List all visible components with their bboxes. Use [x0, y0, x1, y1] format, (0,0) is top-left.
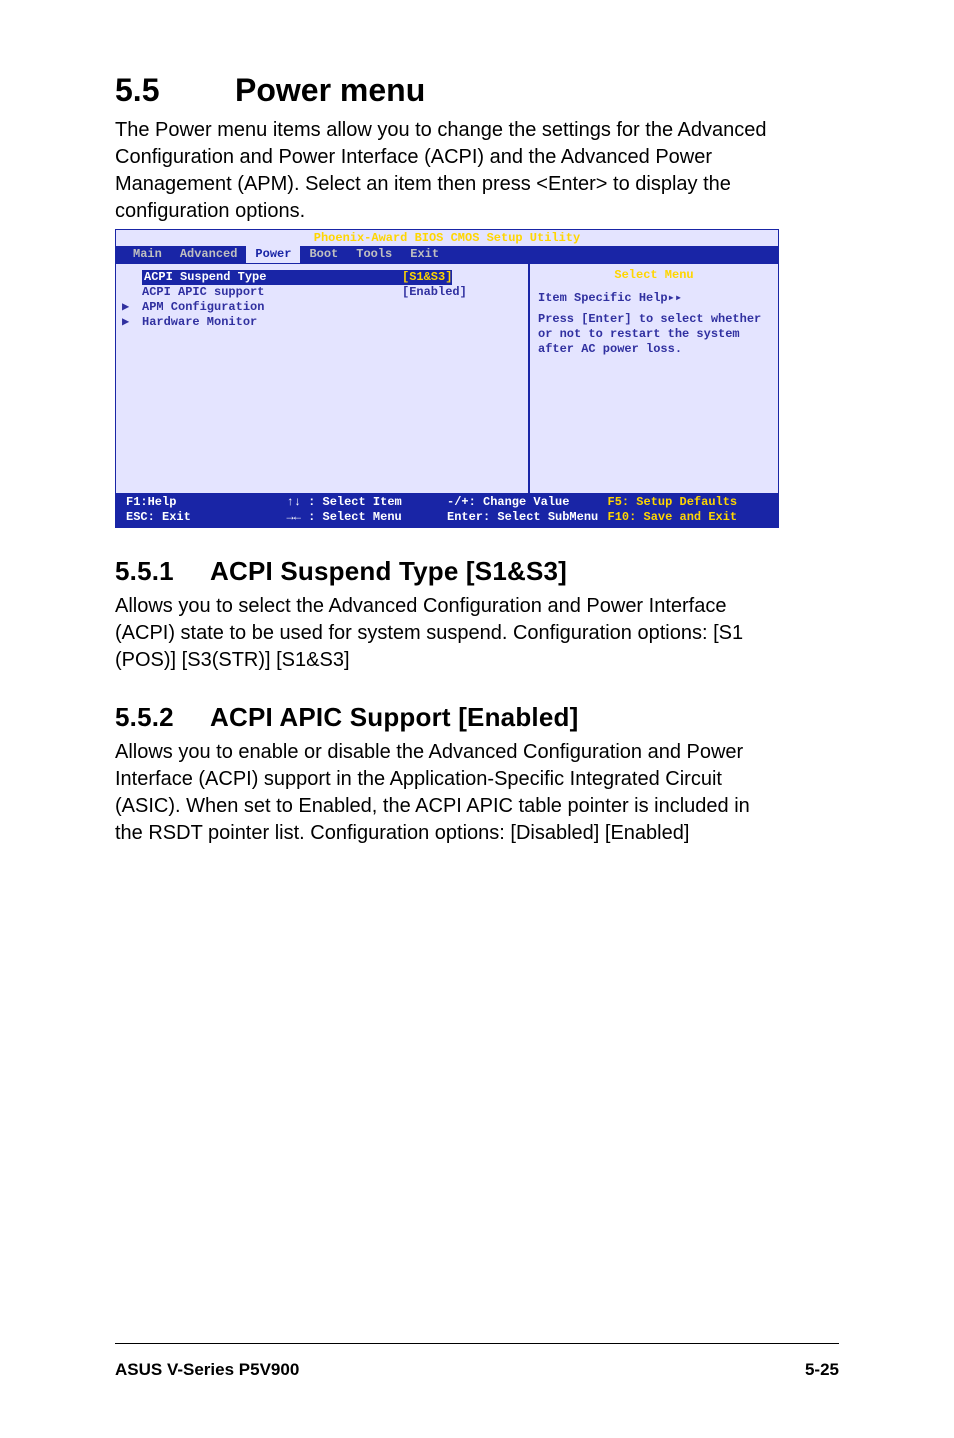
bios-right-pane: Select Menu Item Specific Help▸▸ Press […	[528, 264, 778, 493]
section-number: 5.5	[115, 72, 235, 109]
subsection-number: 5.5.1	[115, 556, 210, 587]
footer-product: ASUS V-Series P5V900	[115, 1360, 299, 1380]
subsection-name: ACPI Suspend Type [S1&S3]	[210, 556, 567, 586]
bios-help-body: Item Specific Help▸▸ Press [Enter] to se…	[538, 291, 770, 357]
bios-footer-col4: F5: Setup Defaults F10: Save and Exit	[608, 495, 769, 525]
subsection-number: 5.5.2	[115, 702, 210, 733]
bios-tab-exit: Exit	[401, 246, 448, 263]
bios-select-item: ↑↓ : Select Item	[287, 495, 448, 510]
submenu-arrow-icon: ▶	[122, 315, 142, 330]
bios-arrow	[122, 285, 142, 300]
bios-tab-advanced: Advanced	[171, 246, 247, 263]
bios-footer-col3: -/+: Change Value Enter: Select SubMenu	[447, 495, 608, 525]
bios-footer: F1:Help ESC: Exit ↑↓ : Select Item →← : …	[116, 493, 778, 527]
bios-item-acpi-suspend: ACPI Suspend Type [S1&S3]	[122, 270, 528, 285]
bios-f1-help: F1:Help	[126, 495, 287, 510]
bios-item-value: [S1&S3]	[402, 270, 452, 285]
bios-help-text: Press [Enter] to select whether or not t…	[538, 312, 770, 357]
page-footer: ASUS V-Series P5V900 5-25	[115, 1343, 839, 1380]
bios-select-menu: →← : Select Menu	[287, 510, 448, 525]
bios-save-exit: F10: Save and Exit	[608, 510, 769, 525]
bios-esc-exit: ESC: Exit	[126, 510, 287, 525]
submenu-arrow-icon: ▶	[122, 300, 142, 315]
bios-arrow	[122, 270, 142, 285]
subsection-552-title: 5.5.2ACPI APIC Support [Enabled]	[115, 702, 779, 733]
bios-title: Phoenix-Award BIOS CMOS Setup Utility	[116, 230, 778, 246]
bios-tab-boot: Boot	[300, 246, 347, 263]
bios-footer-col2: ↑↓ : Select Item →← : Select Menu	[287, 495, 448, 525]
bios-change-value: -/+: Change Value	[447, 495, 608, 510]
section-name: Power menu	[235, 72, 425, 108]
bios-item-acpi-apic: ACPI APIC support [Enabled]	[122, 285, 528, 300]
bios-tab-main: Main	[124, 246, 171, 263]
bios-item-apm: ▶ APM Configuration	[122, 300, 528, 315]
subsection-name: ACPI APIC Support [Enabled]	[210, 702, 578, 732]
bios-tab-power: Power	[246, 246, 300, 263]
bios-body: ACPI Suspend Type [S1&S3] ACPI APIC supp…	[116, 263, 778, 493]
footer-page-number: 5-25	[805, 1360, 839, 1380]
bios-select-submenu: Enter: Select SubMenu	[447, 510, 608, 525]
bios-footer-col1: F1:Help ESC: Exit	[126, 495, 287, 525]
subsection-551-desc: Allows you to select the Advanced Config…	[115, 593, 779, 674]
bios-item-label: ACPI APIC support	[142, 285, 402, 300]
bios-item-label: Hardware Monitor	[142, 315, 402, 330]
bios-item-value: [Enabled]	[402, 285, 467, 300]
subsection-552-desc: Allows you to enable or disable the Adva…	[115, 739, 779, 847]
bios-screenshot: Phoenix-Award BIOS CMOS Setup Utility Ma…	[115, 229, 779, 528]
section-title: 5.5Power menu	[115, 72, 779, 109]
bios-help-title: Select Menu	[538, 268, 770, 283]
bios-menu: Main Advanced Power Boot Tools Exit	[116, 246, 778, 263]
bios-help-line1: Item Specific Help▸▸	[538, 291, 770, 306]
bios-item-label: ACPI Suspend Type	[142, 270, 402, 285]
bios-item-label: APM Configuration	[142, 300, 402, 315]
subsection-551-title: 5.5.1ACPI Suspend Type [S1&S3]	[115, 556, 779, 587]
bios-left-pane: ACPI Suspend Type [S1&S3] ACPI APIC supp…	[116, 264, 528, 493]
bios-item-hwmonitor: ▶ Hardware Monitor	[122, 315, 528, 330]
bios-setup-defaults: F5: Setup Defaults	[608, 495, 769, 510]
section-desc: The Power menu items allow you to change…	[115, 117, 779, 225]
bios-tab-tools: Tools	[347, 246, 401, 263]
